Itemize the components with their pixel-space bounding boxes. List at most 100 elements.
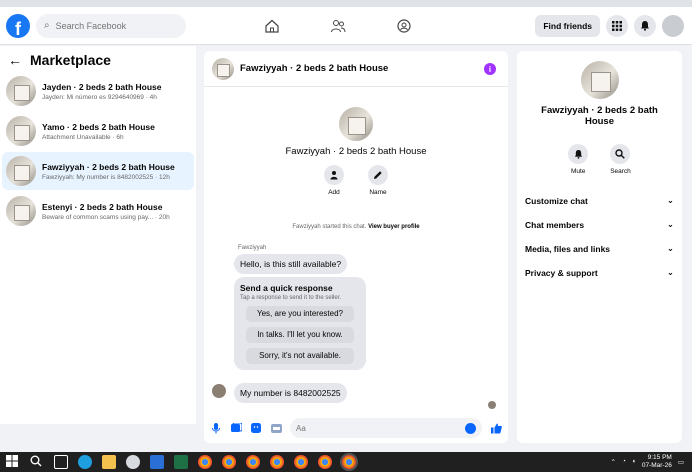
search-box[interactable]: ⌕ — [36, 13, 186, 38]
header-actions: Find friends — [535, 14, 684, 37]
quick-response-subtitle: Tap a response to send it to the seller. — [240, 295, 342, 301]
gif-icon[interactable] — [270, 422, 282, 434]
message-input-box[interactable] — [290, 418, 482, 438]
chat-title[interactable]: Fawziyyah · 2 beds 2 bath House — [240, 63, 388, 74]
search-input[interactable] — [55, 20, 166, 31]
privacy-support-item[interactable]: Privacy & support ⌄ — [517, 261, 682, 285]
media-files-links-item[interactable]: Media, files and links ⌄ — [517, 237, 682, 261]
menu-grid-icon[interactable] — [606, 14, 628, 37]
chevron-down-icon: ⌄ — [666, 243, 674, 254]
conversation-item[interactable]: Yamo · 2 beds 2 bath House Attachment Un… — [2, 112, 194, 150]
quick-response-option[interactable]: Sorry, it's not available. — [246, 348, 354, 364]
message-input[interactable] — [296, 423, 446, 433]
chrome-icon[interactable] — [198, 455, 212, 469]
back-arrow-icon[interactable]: ← — [8, 52, 22, 68]
chat-started-text: Fawziyyah started this chat. — [292, 224, 367, 230]
search-label: Search — [610, 167, 631, 175]
chat-details-panel: Fawziyyah · 2 beds 2 bath House Mute Sea… — [517, 51, 682, 443]
facebook-logo-icon[interactable]: f — [6, 13, 30, 38]
details-thumbnail — [580, 61, 619, 99]
top-navigation: f ⌕ Find friends — [0, 7, 692, 45]
chrome-icon[interactable] — [318, 455, 332, 469]
listing-thumbnail — [6, 76, 36, 106]
app-icon[interactable] — [150, 455, 164, 469]
sidebar-header: ← Marketplace — [0, 46, 196, 70]
marketplace-inbox-sidebar: ← Marketplace Jayden · 2 beds 2 bath Hou… — [0, 46, 196, 424]
details-name: Fawziyyah · 2 beds 2 bath House — [541, 105, 658, 128]
add-person-icon — [324, 165, 344, 185]
chrome-icon[interactable] — [246, 455, 260, 469]
find-friends-button[interactable]: Find friends — [535, 14, 600, 37]
taskbar-search-icon[interactable] — [30, 455, 44, 469]
pencil-icon — [368, 165, 388, 185]
view-buyer-profile-link[interactable]: View buyer profile — [368, 224, 420, 230]
chevron-down-icon: ⌄ — [666, 219, 674, 230]
clock-time: 9:15 PM — [647, 454, 672, 461]
chat-panel: Fawziyyah · 2 beds 2 bath House i Fawziy… — [204, 51, 508, 443]
task-view-icon[interactable] — [54, 455, 68, 469]
microphone-icon[interactable] — [210, 422, 222, 434]
message-bubble: My number is 8482002525 — [234, 383, 347, 403]
details-menu: Customize chat ⌄ Chat members ⌄ Media, f… — [517, 189, 682, 285]
seen-indicator-avatar — [488, 401, 496, 409]
search-in-chat-button[interactable]: Search — [610, 143, 631, 175]
info-icon[interactable]: i — [484, 63, 496, 75]
chat-profile-thumbnail — [339, 107, 373, 141]
sticker-icon[interactable] — [250, 422, 262, 434]
add-button[interactable]: Add — [324, 165, 344, 196]
excel-icon[interactable] — [174, 455, 188, 469]
edge-browser-icon[interactable] — [78, 455, 92, 469]
chevron-down-icon: ⌄ — [666, 195, 674, 206]
listing-thumbnail — [6, 156, 36, 186]
mute-button[interactable]: Mute — [568, 143, 589, 175]
conversation-name: Jayden · 2 beds 2 bath House — [42, 81, 162, 92]
menu-item-label: Privacy & support — [525, 267, 598, 278]
windows-start-icon[interactable] — [6, 455, 20, 469]
chrome-icon[interactable] — [294, 455, 308, 469]
conversation-item[interactable]: Estenyi · 2 beds 2 bath House Beware of … — [2, 192, 194, 230]
message-composer — [204, 413, 508, 443]
chevron-up-icon[interactable]: ⌃ — [611, 458, 616, 466]
friends-icon[interactable] — [326, 14, 350, 38]
chat-profile: Fawziyyah · 2 beds 2 bath House Add Name… — [204, 107, 508, 230]
conversation-item-active[interactable]: Fawziyyah · 2 beds 2 bath House Fawziyya… — [2, 152, 194, 190]
account-avatar[interactable] — [662, 14, 684, 37]
customize-chat-item[interactable]: Customize chat ⌄ — [517, 189, 682, 213]
message-thread: Fawziyyah Hello, is this still available… — [234, 245, 366, 370]
chrome-icon[interactable] — [270, 455, 284, 469]
quick-response-option[interactable]: In talks. I'll let you know. — [246, 327, 354, 343]
network-icon[interactable]: ◔ — [622, 458, 626, 465]
conversation-name: Yamo · 2 beds 2 bath House — [42, 121, 155, 132]
file-explorer-icon[interactable] — [102, 455, 116, 469]
sender-avatar — [212, 384, 226, 398]
menu-item-label: Customize chat — [525, 195, 588, 206]
clock[interactable]: 9:15 PM 07-Mar-26 — [642, 454, 672, 470]
like-thumb-icon[interactable] — [490, 422, 502, 434]
conversation-preview: Fawziyyah: My number is 8482002525 · 12h — [42, 173, 170, 181]
name-button[interactable]: Name — [368, 165, 388, 196]
chrome-icon[interactable] — [222, 455, 236, 469]
chevron-down-icon: ⌄ — [666, 267, 674, 278]
notification-center-icon[interactable]: ▭ — [678, 458, 684, 466]
photo-icon[interactable] — [230, 422, 242, 434]
message-bubble: Hello, is this still available? — [234, 254, 348, 274]
chat-header-thumbnail[interactable] — [212, 57, 234, 80]
home-icon[interactable] — [260, 14, 284, 38]
app-icon[interactable] — [126, 455, 140, 469]
notifications-bell-icon[interactable] — [634, 14, 656, 37]
last-message-row: My number is 8482002525 — [234, 380, 347, 403]
groups-icon[interactable] — [392, 14, 416, 38]
chat-members-item[interactable]: Chat members ⌄ — [517, 213, 682, 237]
listing-thumbnail — [6, 196, 36, 226]
sender-name: Fawziyyah — [238, 245, 267, 251]
chrome-icon-active[interactable] — [340, 453, 358, 471]
volume-icon[interactable]: ◖ — [632, 458, 636, 465]
details-actions: Mute Search — [517, 143, 682, 175]
conversation-item[interactable]: Jayden · 2 beds 2 bath House Jayden: Mi … — [2, 72, 194, 110]
chat-started-notice: Fawziyyah started this chat. View buyer … — [204, 224, 508, 230]
quick-response-title: Send a quick response — [240, 283, 333, 293]
emoji-icon[interactable] — [465, 422, 476, 434]
name-label: Name — [369, 189, 387, 196]
quick-response-option[interactable]: Yes, are you interested? — [246, 306, 354, 322]
search-icon: ⌕ — [44, 20, 50, 31]
